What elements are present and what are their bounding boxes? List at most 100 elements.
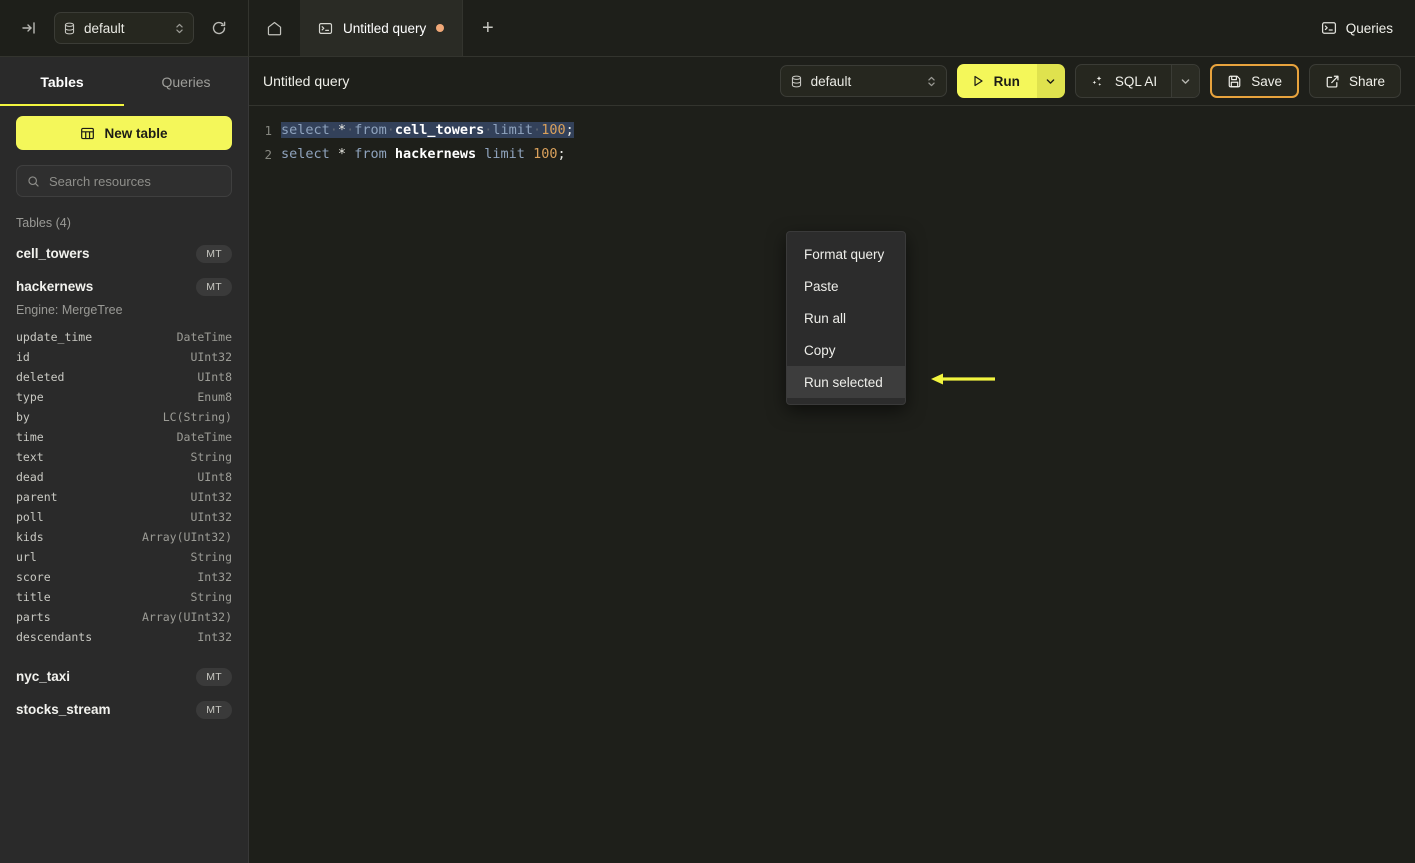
column-row[interactable]: deadUInt8 (16, 467, 232, 487)
column-name: time (16, 430, 44, 444)
column-row[interactable]: typeEnum8 (16, 387, 232, 407)
column-row[interactable]: titleString (16, 587, 232, 607)
database-selector[interactable]: default (54, 12, 194, 44)
editor-line[interactable]: 2select * from hackernews limit 100; (249, 142, 1415, 166)
run-button[interactable]: Run (957, 64, 1037, 98)
code-token: select (281, 146, 330, 162)
sidebar: Tables Queries New table (0, 57, 249, 863)
tables-section-title: Tables (4) (16, 216, 232, 230)
code-token: limit (492, 122, 533, 138)
column-type: Array(UInt32) (142, 530, 232, 544)
save-label: Save (1251, 74, 1282, 89)
queries-nav-button[interactable]: Queries (1299, 0, 1415, 56)
editor-line-code[interactable]: select * from hackernews limit 100; (281, 146, 566, 162)
table-item-stocks_stream[interactable]: stocks_stream MT (16, 693, 232, 726)
column-type: DateTime (177, 330, 232, 344)
editor-line[interactable]: 1select·*·from·cell_towers·limit·100; (249, 118, 1415, 142)
column-name: url (16, 550, 37, 564)
app-root: default (0, 0, 1415, 863)
sidebar-tab-tables[interactable]: Tables (0, 57, 124, 106)
context-menu-item[interactable]: Paste (787, 270, 905, 302)
code-token (346, 146, 354, 162)
new-table-button[interactable]: New table (16, 116, 232, 150)
column-row[interactable]: kidsArray(UInt32) (16, 527, 232, 547)
search-resources-input[interactable]: Search resources (16, 165, 232, 197)
code-token (525, 146, 533, 162)
home-tab[interactable] (249, 0, 300, 56)
column-row[interactable]: timeDateTime (16, 427, 232, 447)
column-type: UInt32 (190, 350, 232, 364)
run-dropdown-button[interactable] (1037, 64, 1065, 98)
code-token: from (354, 122, 387, 138)
code-token: limit (484, 146, 525, 162)
column-type: Enum8 (197, 390, 232, 404)
engine-badge: MT (196, 668, 232, 686)
top-bar-left: default (0, 0, 249, 56)
column-name: descendants (16, 630, 92, 644)
column-row[interactable]: descendantsInt32 (16, 627, 232, 647)
column-name: title (16, 590, 51, 604)
column-type: UInt32 (190, 490, 232, 504)
context-menu-item[interactable]: Copy (787, 334, 905, 366)
context-menu-item[interactable]: Run all (787, 302, 905, 334)
column-row[interactable]: update_timeDateTime (16, 327, 232, 347)
new-tab-button[interactable]: + (463, 0, 512, 56)
tab-strip: Untitled query + (249, 0, 1299, 56)
share-label: Share (1349, 74, 1385, 89)
sidebar-header-area: New table Search resources Tables (4) (0, 106, 248, 230)
column-row[interactable]: idUInt32 (16, 347, 232, 367)
code-token: 100 (533, 146, 557, 162)
table-item-hackernews[interactable]: hackernews MT (16, 270, 232, 303)
code-token: · (533, 122, 541, 138)
column-type: Array(UInt32) (142, 610, 232, 624)
column-row[interactable]: pollUInt32 (16, 507, 232, 527)
sql-ai-button[interactable]: SQL AI (1076, 65, 1171, 97)
code-token: · (387, 122, 395, 138)
column-name: parent (16, 490, 58, 504)
column-type: String (190, 550, 232, 564)
column-row[interactable]: scoreInt32 (16, 567, 232, 587)
database-icon (790, 75, 803, 88)
code-token: ; (566, 122, 574, 138)
column-row[interactable]: byLC(String) (16, 407, 232, 427)
sql-ai-dropdown-button[interactable] (1171, 65, 1199, 97)
table-item-nyc_taxi[interactable]: nyc_taxi MT (16, 660, 232, 693)
terminal-icon (318, 21, 333, 36)
external-link-icon (1325, 74, 1340, 89)
column-name: dead (16, 470, 44, 484)
column-type: LC(String) (163, 410, 232, 424)
sql-editor[interactable]: 1select·*·from·cell_towers·limit·100;2se… (249, 106, 1415, 863)
column-row[interactable]: deletedUInt8 (16, 367, 232, 387)
table-item-cell_towers[interactable]: cell_towers MT (16, 237, 232, 270)
collapse-sidebar-icon[interactable] (14, 13, 44, 43)
chevron-down-icon (1180, 76, 1191, 87)
code-token (330, 146, 338, 162)
code-token: · (330, 122, 338, 138)
table-engine-label: Engine: MergeTree (16, 303, 232, 317)
context-menu-item[interactable]: Run selected (787, 366, 905, 398)
code-token: cell_towers (395, 122, 484, 138)
tables-tree: cell_towers MT hackernews MT Engine: Mer… (0, 230, 248, 863)
save-button[interactable]: Save (1210, 64, 1299, 98)
column-row[interactable]: parent UInt32 (16, 487, 232, 507)
sidebar-tabs: Tables Queries (0, 57, 248, 106)
engine-badge: MT (196, 701, 232, 719)
code-token (387, 146, 395, 162)
table-name: stocks_stream (16, 702, 111, 717)
context-menu-item[interactable]: Format query (787, 238, 905, 270)
query-tab[interactable]: Untitled query (300, 0, 463, 56)
column-type: String (190, 450, 232, 464)
column-row[interactable]: url String (16, 547, 232, 567)
editor-line-code[interactable]: select·*·from·cell_towers·limit·100; (281, 122, 574, 138)
table-name: nyc_taxi (16, 669, 70, 684)
editor-lines[interactable]: 1select·*·from·cell_towers·limit·100;2se… (249, 118, 1415, 166)
terminal-icon (1321, 20, 1337, 36)
column-row[interactable]: partsArray(UInt32) (16, 607, 232, 627)
toolbar-database-selector[interactable]: default (780, 65, 947, 97)
refresh-icon[interactable] (204, 13, 234, 43)
share-button[interactable]: Share (1309, 64, 1401, 98)
unsaved-indicator-dot (436, 24, 444, 32)
sidebar-tab-queries[interactable]: Queries (124, 57, 248, 106)
column-row[interactable]: textString (16, 447, 232, 467)
sql-ai-button-group: SQL AI (1075, 64, 1200, 98)
